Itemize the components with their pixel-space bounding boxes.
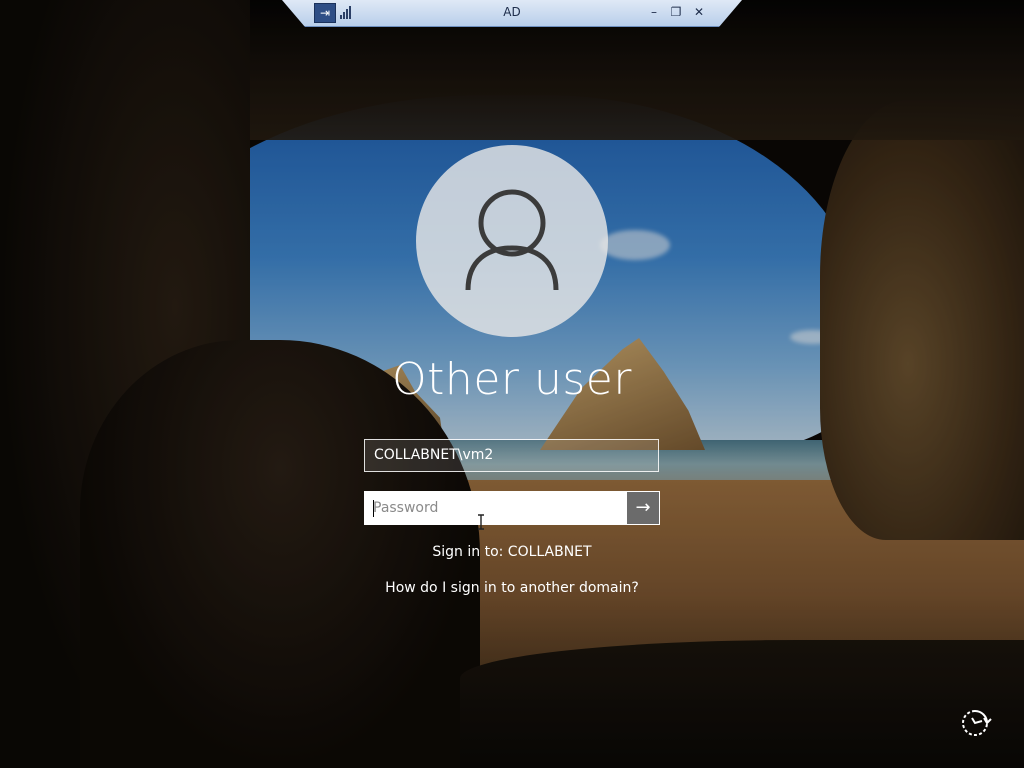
password-field-container: → (364, 491, 660, 525)
minimize-button[interactable]: – (645, 3, 663, 21)
sign-in-domain-text: Sign in to: COLLABNET (432, 544, 592, 560)
password-input[interactable] (365, 492, 627, 524)
other-domain-link[interactable]: How do I sign in to another domain? (0, 580, 1024, 596)
username-field[interactable]: COLLABNET\vm2 (364, 439, 659, 472)
text-caret (373, 500, 374, 517)
restore-button[interactable]: ❐ (667, 3, 685, 21)
user-display-name: Other user (392, 354, 632, 405)
text-cursor-icon (478, 514, 484, 530)
power-options-icon[interactable] (958, 706, 992, 740)
user-avatar-icon (465, 189, 559, 291)
submit-button[interactable]: → (627, 492, 659, 524)
user-avatar (416, 145, 608, 337)
rdp-connection-bar: ⇥ AD – ❐ ✕ (282, 0, 742, 27)
close-button[interactable]: ✕ (690, 3, 708, 21)
